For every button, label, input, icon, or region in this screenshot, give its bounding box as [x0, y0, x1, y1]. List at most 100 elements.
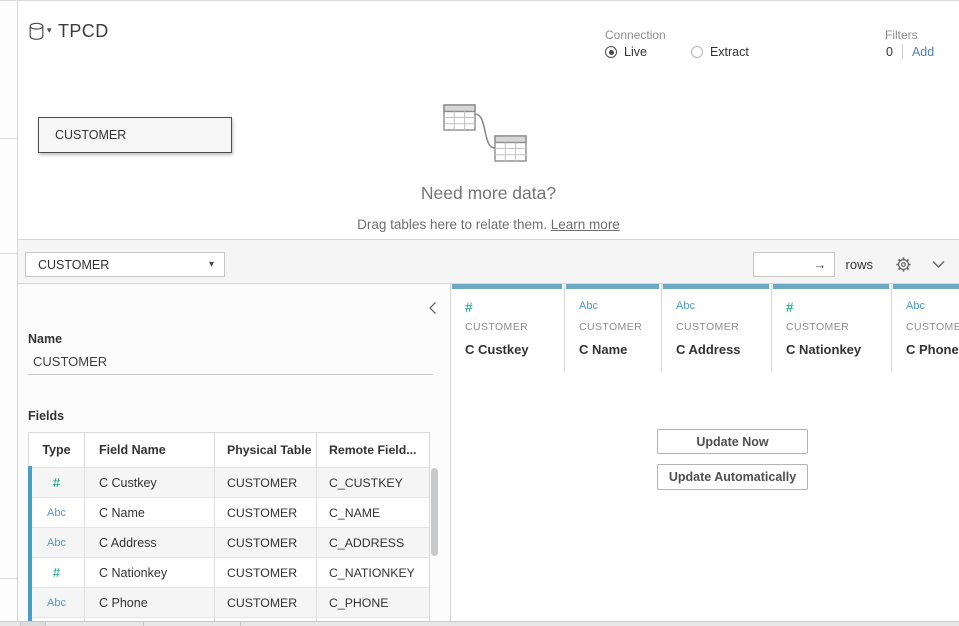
table-selection-accent-bar [28, 466, 32, 621]
type-glyph: # [53, 475, 60, 490]
connection-radios: Live Extract [605, 45, 749, 59]
rows-count-input[interactable]: → [753, 252, 835, 277]
arrow-right-icon: → [814, 257, 827, 272]
learn-more-link[interactable]: Learn more [551, 217, 620, 232]
strip-divider [240, 622, 241, 626]
number-type-icon: # [786, 300, 794, 315]
connection-label: Connection [605, 28, 666, 42]
radio-extract-icon[interactable] [691, 46, 703, 58]
string-type-icon: Abc [906, 300, 925, 312]
name-input-underline [28, 374, 433, 375]
string-type-icon: Abc [579, 300, 598, 312]
column-field-name: C Custkey [465, 342, 529, 357]
string-type-icon[interactable]: Abc [29, 528, 85, 557]
column-accent-bar [452, 284, 562, 289]
table-pill-customer[interactable]: CUSTOMER [38, 117, 232, 153]
grid-column-headers: # CUSTOMER C Custkey Abc CUSTOMER C Name Abc CU… [451, 284, 959, 372]
table-selector-dropdown[interactable]: CUSTOMER ▾ [25, 252, 225, 277]
database-dropdown-caret-icon[interactable]: ▾ [47, 25, 52, 36]
remote-field-cell: C_CUSTKEY [317, 468, 429, 497]
tableau-datasource-page: ▾ TPCD Connection Live Extract Filters 0… [0, 0, 959, 626]
remote-field-cell: C_NAME [317, 498, 429, 527]
column-table-label: CUSTOMER [465, 321, 528, 333]
type-glyph: Abc [47, 597, 66, 609]
string-type-icon[interactable]: Abc [29, 588, 85, 617]
name-label: Name [28, 332, 62, 346]
fields-table-header-row: TypeField NamePhysical TableRemote Field… [29, 433, 429, 467]
column-table-label: CUSTOMER [786, 321, 849, 333]
fields-label: Fields [28, 409, 64, 423]
column-accent-bar [566, 284, 659, 289]
remote-field-cell: C_NATIONKEY [317, 558, 429, 587]
field-row[interactable]: #C NationkeyCUSTOMERC_NATIONKEY [29, 557, 429, 587]
scrollbar-thumb[interactable] [431, 468, 438, 556]
left-rail[interactable] [0, 1, 18, 626]
radio-extract[interactable]: Extract [691, 45, 749, 59]
physical-table-cell: CUSTOMER [215, 528, 317, 557]
radio-live-icon[interactable] [605, 46, 617, 58]
field-name-cell: C Address [85, 528, 215, 557]
grid-column-header[interactable]: # CUSTOMER C Custkey [451, 284, 565, 372]
remote-field-cell: C_PHONE [317, 588, 429, 617]
rail-divider [0, 138, 18, 139]
type-glyph: Abc [47, 537, 66, 549]
fields-column-header[interactable]: Physical Table [215, 433, 317, 467]
string-type-icon[interactable]: Abc [29, 498, 85, 527]
empty-state-title: Need more data? [18, 183, 959, 204]
column-table-label: CUSTOMER [906, 321, 959, 333]
filters-add-link[interactable]: Add [912, 45, 934, 59]
update-automatically-button[interactable]: Update Automatically [657, 464, 808, 490]
grid-column-header[interactable]: # CUSTOMER C Nationkey [772, 284, 892, 372]
grid-column-header[interactable]: Abc CUSTOMER C Name [565, 284, 662, 372]
empty-state-subtitle: Drag tables here to relate them. Learn m… [18, 217, 959, 232]
radio-live[interactable]: Live [605, 45, 647, 59]
column-field-name: C Name [579, 342, 627, 357]
name-input[interactable]: CUSTOMER [33, 354, 107, 369]
relationship-canvas[interactable]: CUSTOMER Need more data? Drag tables her… [18, 91, 959, 239]
column-field-name: C Address [676, 342, 741, 357]
physical-table-cell: CUSTOMER [215, 468, 317, 497]
type-glyph: Abc [47, 507, 66, 519]
toolbar-chevron-down-icon[interactable] [932, 260, 945, 269]
rows-label: rows [846, 257, 873, 272]
field-row[interactable]: AbcC PhoneCUSTOMERC_PHONE [29, 587, 429, 617]
fields-table-scrollbar[interactable] [431, 467, 439, 621]
rail-divider [0, 578, 18, 579]
number-type-icon[interactable]: # [29, 558, 85, 587]
column-accent-bar [893, 284, 959, 289]
field-row[interactable]: # C CustkeyCUSTOMERC_CUSTKEY [29, 467, 429, 497]
field-name-cell: C Name [85, 498, 215, 527]
header: ▾ TPCD Connection Live Extract Filters 0… [18, 1, 959, 91]
column-accent-bar [773, 284, 889, 289]
field-name-cell: C Phone [85, 588, 215, 617]
number-type-icon[interactable]: # [29, 468, 85, 497]
column-field-name: C Nationkey [786, 342, 861, 357]
bottom-status-strip [0, 621, 959, 626]
grid-toolbar: CUSTOMER ▾ → rows [18, 239, 959, 284]
fields-column-header[interactable]: Remote Field... [317, 433, 429, 467]
strip-segment [20, 622, 45, 626]
field-name-cell: C Custkey [85, 468, 215, 497]
fields-column-header[interactable]: Field Name [85, 433, 215, 467]
collapse-panel-icon[interactable] [428, 301, 437, 320]
physical-table-cell: CUSTOMER [215, 498, 317, 527]
fields-column-header[interactable]: Type [29, 433, 85, 467]
update-now-button[interactable]: Update Now [657, 429, 808, 454]
filters-row: 0 Add [886, 44, 934, 59]
field-row[interactable]: Abc C NameCUSTOMERC_NAME [29, 497, 429, 527]
gear-icon[interactable] [895, 256, 912, 273]
filters-count: 0 [886, 45, 893, 59]
column-table-label: CUSTOMER [676, 321, 739, 333]
filters-divider [902, 44, 903, 59]
strip-divider [143, 622, 144, 626]
database-icon[interactable] [28, 22, 46, 47]
strip-divider [20, 622, 21, 626]
datasource-title[interactable]: TPCD [58, 21, 109, 42]
chevron-down-icon: ▾ [209, 259, 214, 270]
number-type-icon: # [465, 300, 473, 315]
string-type-icon: Abc [676, 300, 695, 312]
column-table-label: CUSTOMER [579, 321, 642, 333]
grid-column-header[interactable]: AbcCUSTOMERC Phone [892, 284, 959, 372]
grid-column-header[interactable]: Abc CUSTOMER C Address [662, 284, 772, 372]
field-row[interactable]: AbcC AddressCUSTOMERC_ADDRESS [29, 527, 429, 557]
